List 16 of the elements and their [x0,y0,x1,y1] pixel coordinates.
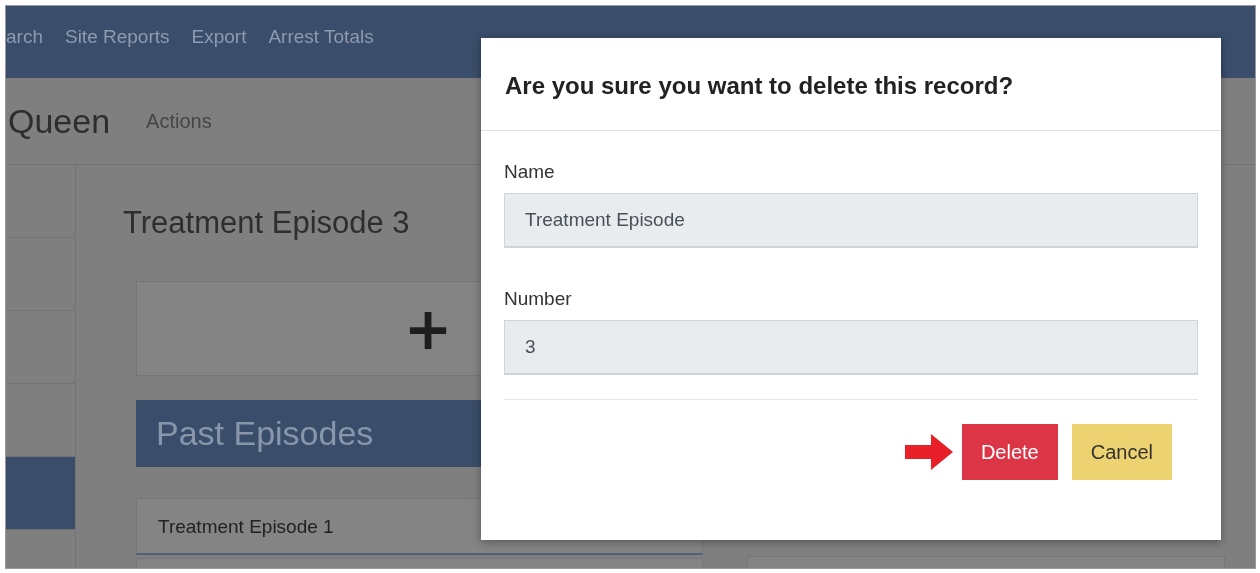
nav-link[interactable]: Site Reports [64,26,170,48]
text-field[interactable]: Treatment Episode [504,193,1198,248]
arrow-icon [904,434,953,470]
dialog-title: Are you sure you want to delete this record? [481,38,1221,131]
field-label: Name [504,161,556,184]
actions-menu[interactable]: Actions [146,109,212,133]
sidebar-item[interactable] [6,457,75,530]
delete-button[interactable]: Delete [961,424,1058,480]
field-label: Number [504,288,573,311]
text-field[interactable]: 3 [504,320,1198,375]
cancel-button[interactable]: Cancel [1071,424,1172,480]
episode-heading: Treatment Episode 3 [123,204,410,242]
nav-link[interactable]: Arrest Totals [268,26,374,48]
page-title: Queen [8,101,111,141]
nav-link[interactable]: Export [191,26,247,48]
nav-link[interactable]: arch [6,26,43,48]
